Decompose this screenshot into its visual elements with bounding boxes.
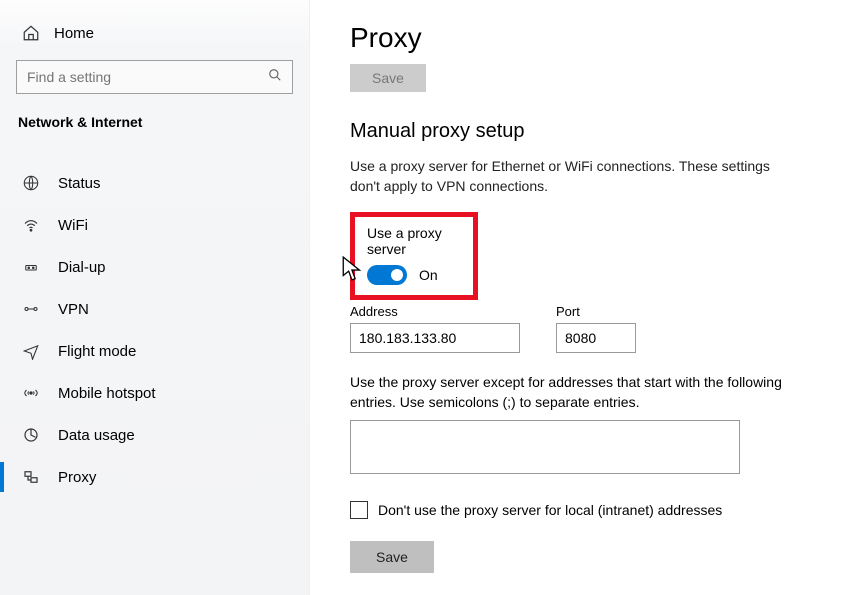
port-input[interactable] bbox=[556, 323, 636, 353]
globe-icon bbox=[22, 174, 40, 192]
sidebar: Home Network & Internet Status WiFi Dial… bbox=[0, 0, 310, 595]
address-label: Address bbox=[350, 304, 520, 319]
save-button-top[interactable]: Save bbox=[350, 64, 426, 92]
sidebar-item-label: WiFi bbox=[58, 217, 88, 234]
sidebar-item-label: Status bbox=[58, 175, 101, 192]
use-proxy-toggle[interactable] bbox=[367, 265, 407, 285]
local-bypass-checkbox[interactable] bbox=[350, 501, 368, 519]
dialup-icon bbox=[22, 258, 40, 276]
home-label: Home bbox=[54, 25, 94, 42]
use-proxy-label: Use a proxy server bbox=[367, 225, 461, 257]
local-bypass-label: Don't use the proxy server for local (in… bbox=[378, 502, 722, 518]
save-button-bottom[interactable]: Save bbox=[350, 541, 434, 573]
section-heading: Manual proxy setup bbox=[350, 120, 803, 143]
sidebar-item-label: Dial-up bbox=[58, 259, 106, 276]
nav-list: Status WiFi Dial-up VPN Flight mode bbox=[0, 162, 309, 498]
search-icon bbox=[268, 68, 282, 87]
sidebar-item-dialup[interactable]: Dial-up bbox=[0, 246, 309, 288]
sidebar-item-flightmode[interactable]: Flight mode bbox=[0, 330, 309, 372]
section-description: Use a proxy server for Ethernet or WiFi … bbox=[350, 157, 790, 196]
port-label: Port bbox=[556, 304, 636, 319]
toggle-state-label: On bbox=[419, 267, 438, 283]
wifi-icon bbox=[22, 216, 40, 234]
home-icon bbox=[22, 24, 40, 42]
sidebar-item-wifi[interactable]: WiFi bbox=[0, 204, 309, 246]
exceptions-label: Use the proxy server except for addresse… bbox=[350, 373, 790, 412]
category-heading: Network & Internet bbox=[0, 114, 309, 146]
highlight-annotation: Use a proxy server On bbox=[350, 212, 478, 300]
address-input[interactable] bbox=[350, 323, 520, 353]
search-box[interactable] bbox=[16, 60, 293, 94]
main-content: Proxy Save Manual proxy setup Use a prox… bbox=[310, 0, 847, 595]
sidebar-item-label: VPN bbox=[58, 301, 89, 318]
page-title: Proxy bbox=[350, 22, 803, 54]
sidebar-item-label: Data usage bbox=[58, 427, 135, 444]
airplane-icon bbox=[22, 342, 40, 360]
vpn-icon bbox=[22, 300, 40, 318]
exceptions-input[interactable] bbox=[350, 420, 740, 474]
sidebar-item-hotspot[interactable]: Mobile hotspot bbox=[0, 372, 309, 414]
sidebar-item-label: Flight mode bbox=[58, 343, 136, 360]
sidebar-item-proxy[interactable]: Proxy bbox=[0, 456, 309, 498]
sidebar-item-label: Proxy bbox=[58, 469, 96, 486]
address-port-row: Address Port bbox=[350, 304, 803, 353]
sidebar-item-vpn[interactable]: VPN bbox=[0, 288, 309, 330]
search-input[interactable] bbox=[27, 69, 268, 85]
data-usage-icon bbox=[22, 426, 40, 444]
sidebar-item-label: Mobile hotspot bbox=[58, 385, 156, 402]
hotspot-icon bbox=[22, 384, 40, 402]
sidebar-home[interactable]: Home bbox=[0, 20, 309, 60]
proxy-icon bbox=[22, 468, 40, 486]
sidebar-item-status[interactable]: Status bbox=[0, 162, 309, 204]
sidebar-item-datausage[interactable]: Data usage bbox=[0, 414, 309, 456]
